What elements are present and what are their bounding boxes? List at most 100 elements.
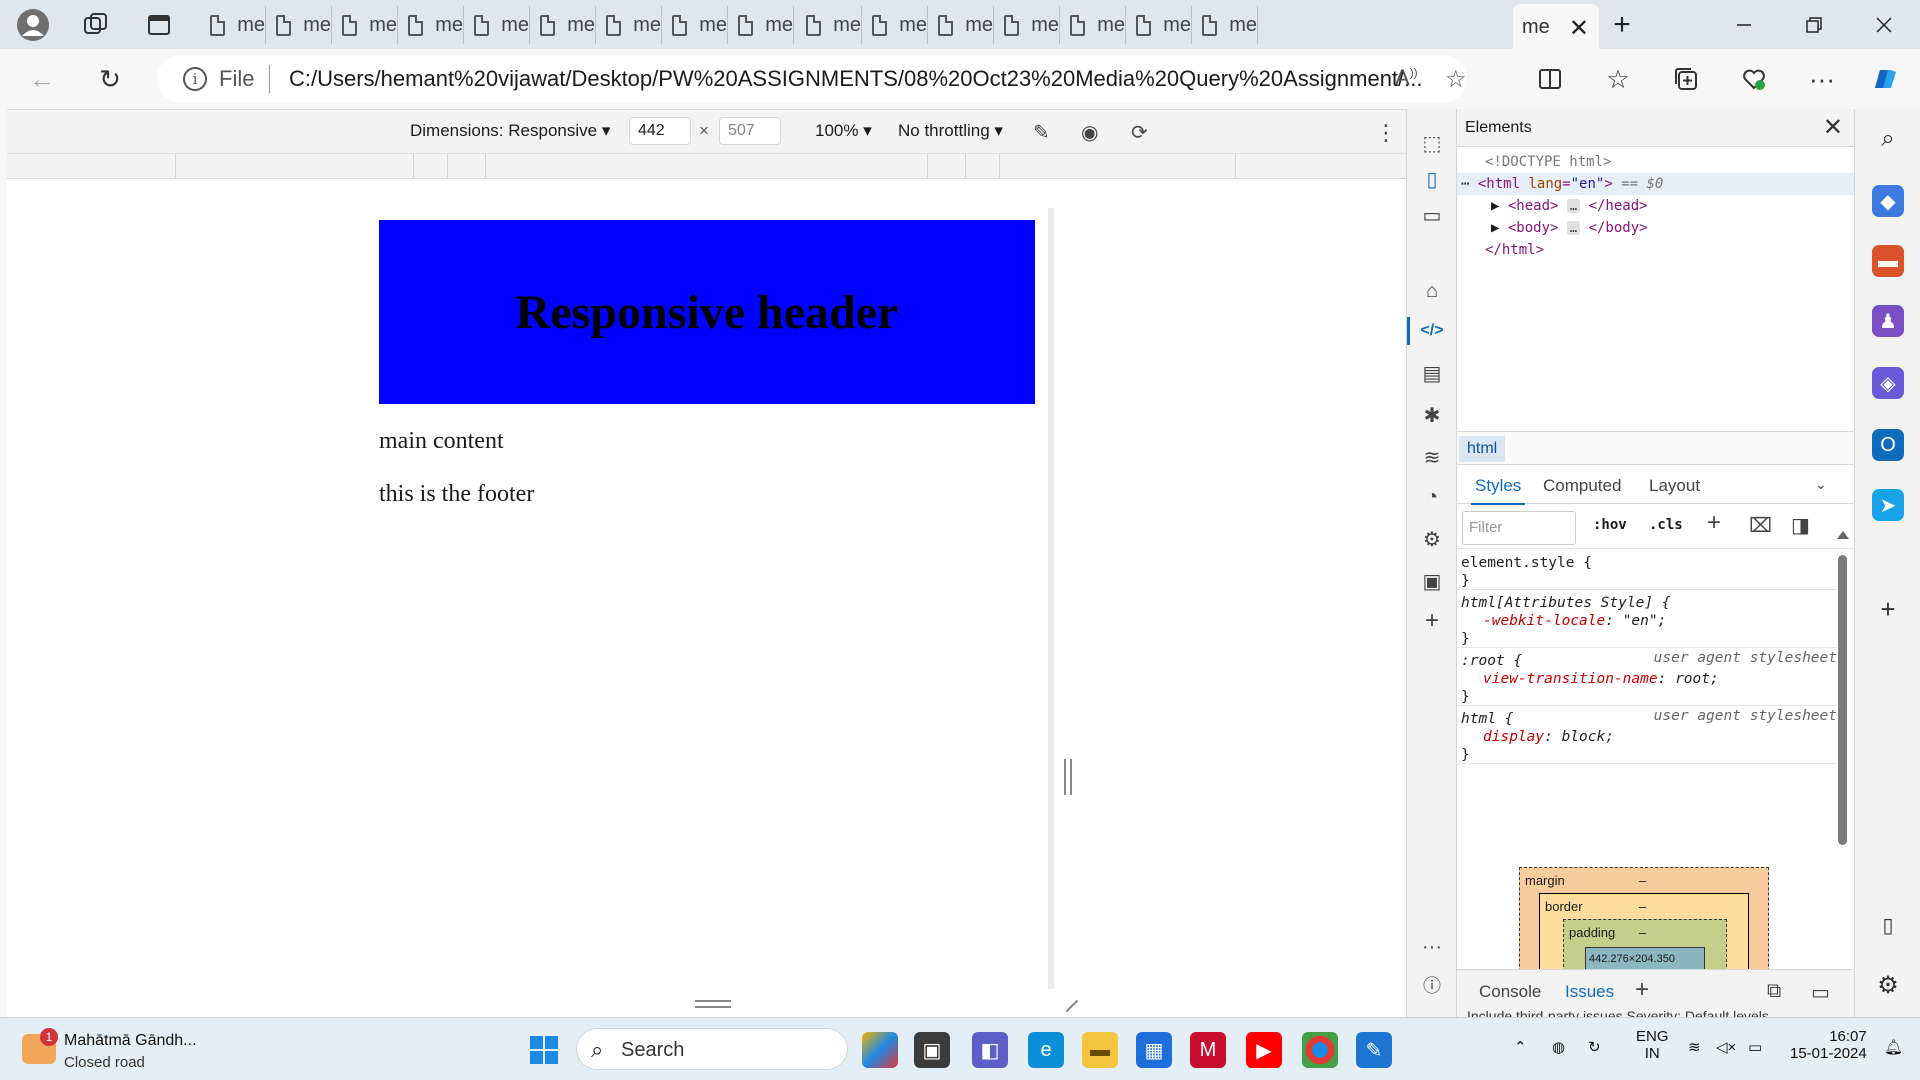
taskbar-search[interactable]: ⌕ Search [576, 1028, 848, 1070]
help-icon[interactable]: ⓘ [1416, 969, 1448, 1001]
tab-inactive[interactable]: me [662, 6, 728, 44]
toggle-sidebar-icon[interactable]: ◨ [1791, 513, 1810, 538]
breadcrumb-item-html[interactable]: html [1459, 436, 1506, 462]
dom-doctype[interactable]: <!DOCTYPE html> [1485, 151, 1611, 173]
rotate-device-icon[interactable]: ⟳ [1131, 120, 1148, 145]
hov-toggle[interactable]: :hov [1593, 517, 1627, 533]
sidebar-drop-icon[interactable]: ➤ [1872, 489, 1904, 521]
start-button[interactable] [526, 1032, 562, 1068]
workspaces-button[interactable] [78, 8, 114, 42]
copilot-taskbar-icon[interactable] [862, 1032, 898, 1068]
file-explorer-icon[interactable]: ▬ [1082, 1032, 1118, 1068]
zoom-dropdown[interactable]: 100% ▾ [815, 121, 872, 141]
dom-node-html-selected[interactable]: ⋯ <html lang="en"> == $0 [1457, 173, 1855, 195]
drawer-collapse-icon[interactable]: ▭ [1811, 980, 1830, 1005]
width-input[interactable]: 442 [629, 117, 691, 145]
paint-app-icon[interactable]: ✎ [1356, 1032, 1392, 1068]
drawer-add-tab-icon[interactable]: + [1635, 976, 1649, 1004]
margin-value[interactable]: – [1639, 873, 1646, 888]
clock[interactable]: 16:07 15-01-2024 [1790, 1028, 1867, 1062]
tab-inactive[interactable]: me [200, 6, 266, 44]
browser-essentials-button[interactable] [1736, 61, 1772, 97]
task-view-icon[interactable]: ▣ [914, 1032, 950, 1068]
tab-layout[interactable]: Layout [1649, 476, 1700, 496]
drawer-undock-icon[interactable]: ⧉ [1767, 980, 1781, 1003]
tab-inactive[interactable]: me [332, 6, 398, 44]
dom-node-head[interactable]: ▶ <head> … </head> [1491, 195, 1648, 217]
sidebar-hide-panel-icon[interactable]: ▯ [1872, 909, 1904, 941]
dom-node-body[interactable]: ▶ <body> … </body> [1491, 217, 1648, 239]
rule-declaration[interactable]: -webkit-locale: "en"; [1483, 610, 1666, 632]
more-tools-plus-icon[interactable]: + [1416, 605, 1448, 637]
tab-inactive[interactable]: me [1126, 6, 1192, 44]
expand-triangle-icon[interactable]: ▶ [1491, 220, 1499, 236]
dom-html-close[interactable]: </html> [1485, 239, 1544, 261]
new-tab-button[interactable]: + [1604, 8, 1640, 42]
sidebar-settings-gear-icon[interactable]: ⚙ [1872, 969, 1904, 1001]
scroll-thumb[interactable] [1838, 555, 1847, 845]
copilot-button[interactable] [1866, 61, 1902, 97]
close-window-button[interactable] [1854, 8, 1914, 42]
tab-inactive[interactable]: me [266, 6, 332, 44]
dimensions-dropdown[interactable]: Dimensions: Responsive ▾ [410, 121, 610, 141]
speaker-muted-icon[interactable]: ◁× [1716, 1038, 1736, 1056]
minimize-button[interactable] [1714, 8, 1774, 42]
edge-taskbar-icon[interactable]: e [1028, 1032, 1064, 1068]
tab-styles[interactable]: Styles [1470, 476, 1526, 505]
sidebar-outlook-icon[interactable]: O [1872, 429, 1904, 461]
sidebar-games-icon[interactable]: ♟ [1872, 305, 1904, 337]
tab-inactive[interactable]: me [928, 6, 994, 44]
battery-icon[interactable]: ▭ [1748, 1038, 1762, 1056]
split-screen-button[interactable] [1532, 61, 1568, 97]
node-actions-icon[interactable]: ⋯ [1457, 176, 1469, 192]
paint-brush-icon[interactable]: ⌧ [1749, 513, 1772, 538]
expand-triangle-icon[interactable]: ▶ [1491, 198, 1499, 214]
close-tab-icon[interactable]: ✕ [1569, 14, 1589, 43]
tab-inactive[interactable]: me [1192, 6, 1258, 44]
tab-inactive[interactable]: me [1060, 6, 1126, 44]
language-indicator[interactable]: ENG IN [1636, 1028, 1669, 1062]
sidebar-tools-icon[interactable]: ▬ [1872, 245, 1904, 277]
network-status-icon[interactable]: ◍ [1552, 1038, 1565, 1056]
favorite-star-icon[interactable]: ☆ [1445, 65, 1467, 94]
wifi-icon[interactable]: ≋ [1688, 1038, 1701, 1056]
store-icon[interactable]: ▦ [1136, 1032, 1172, 1068]
viewport-resize-handle-right[interactable] [1064, 759, 1072, 795]
performance-gauge-icon[interactable]: ◔ [1416, 481, 1448, 513]
console-tool-icon[interactable]: ▤ [1416, 357, 1448, 389]
collections-button[interactable] [1668, 61, 1704, 97]
tab-inactive[interactable]: me [862, 6, 928, 44]
address-bar[interactable]: i File C:/Users/hemant%20vijawat/Desktop… [157, 55, 1467, 103]
profile-button[interactable] [15, 8, 51, 42]
viewport-resize-handle-bottom[interactable] [695, 1000, 731, 1008]
vision-deficiency-icon[interactable]: ◉ [1081, 120, 1098, 145]
eyedropper-icon[interactable]: ✎ [1033, 120, 1050, 145]
media-query-ruler[interactable] [7, 153, 1406, 180]
sources-bug-icon[interactable]: ✱ [1416, 399, 1448, 431]
tab-inactive[interactable]: me [530, 6, 596, 44]
tab-computed[interactable]: Computed [1543, 476, 1621, 496]
dock-icon[interactable]: ▭ [1416, 199, 1448, 231]
youtube-icon[interactable]: ▶ [1246, 1032, 1282, 1068]
tab-inactive[interactable]: me [796, 6, 862, 44]
rule-declaration[interactable]: display: block; [1483, 726, 1614, 748]
favorites-button[interactable]: ☆ [1600, 61, 1636, 97]
settings-more-button[interactable]: ··· [1804, 61, 1840, 97]
show-hidden-icons-chevron-icon[interactable]: ⌃ [1514, 1038, 1527, 1056]
collapsed-ellipsis[interactable]: … [1566, 221, 1581, 235]
application-storage-icon[interactable]: ▣ [1416, 565, 1448, 597]
tab-inactive[interactable]: me [398, 6, 464, 44]
tab-active[interactable]: me ✕ [1513, 4, 1599, 50]
back-button[interactable]: ← [24, 61, 60, 97]
network-wifi-icon[interactable]: ≋ [1416, 441, 1448, 473]
cls-toggle[interactable]: .cls [1649, 517, 1683, 533]
memory-chip-icon[interactable]: ⚙ [1416, 523, 1448, 555]
styles-filter-input[interactable]: Filter [1462, 511, 1576, 545]
device-emulation-icon[interactable]: ▯ [1416, 163, 1448, 195]
notifications-bell-icon[interactable]: 🔔︎ [1884, 1038, 1903, 1056]
restore-button[interactable] [1784, 8, 1844, 42]
tab-inactive[interactable]: me [464, 6, 530, 44]
sidebar-search-icon[interactable]: ⌕ [1872, 123, 1904, 155]
site-info-icon[interactable]: i [183, 67, 207, 91]
tab-actions-button[interactable] [141, 8, 177, 42]
